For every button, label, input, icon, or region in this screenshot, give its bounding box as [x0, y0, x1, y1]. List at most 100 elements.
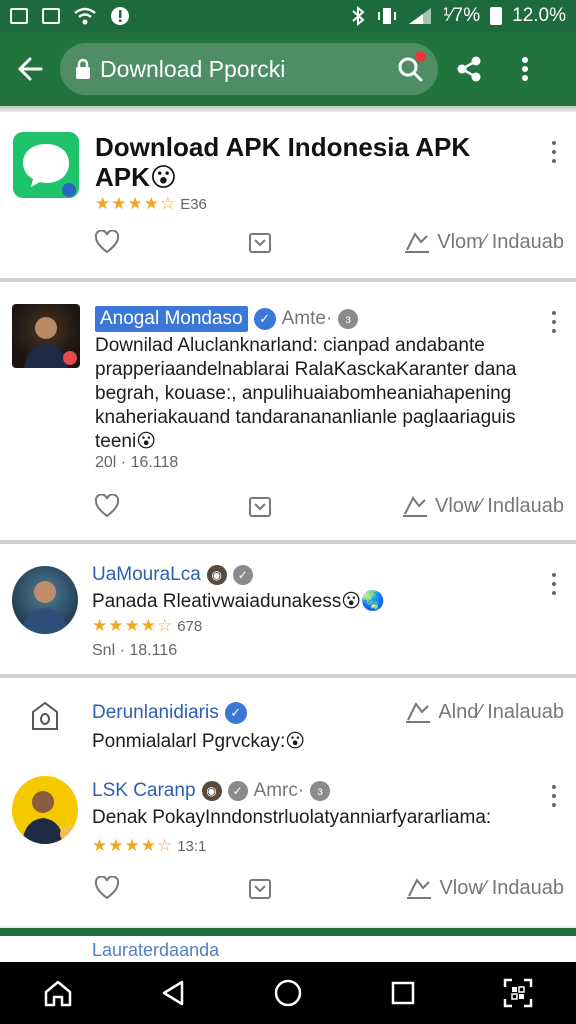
heart-icon[interactable]: [94, 494, 120, 518]
bluetooth-icon: [352, 6, 365, 26]
post-body: Ponmialalarl Pgrvckay:😮: [92, 731, 306, 752]
author-tag: Amrc·: [253, 780, 305, 801]
notification-icon: [42, 8, 60, 24]
post-meta: Snl · 18.116: [92, 642, 178, 659]
download-label: Vlow⁄ Indauab: [439, 876, 564, 899]
vibrate-icon: [378, 8, 397, 24]
rating-stars: ★★★★☆ E36: [95, 194, 207, 214]
search-query[interactable]: Download Pporcki: [100, 56, 396, 83]
rating-count: E36: [180, 195, 207, 213]
sim-icon: [10, 8, 28, 24]
recents-icon: [391, 981, 415, 1005]
scan-button[interactable]: [488, 963, 548, 1023]
search-bar[interactable]: Download Pporcki: [60, 43, 438, 95]
download-link[interactable]: Vlom⁄ Indauab: [403, 230, 564, 254]
more-vert-icon: [522, 57, 528, 81]
author-name[interactable]: UaMouraLca: [92, 564, 201, 586]
avatar: [12, 776, 78, 844]
notification-dot: [415, 51, 426, 62]
battery-icon: [490, 7, 503, 25]
download-label: Vlom⁄ Indauab: [437, 230, 564, 253]
post-body: Panada Rleativwaiadunakess😮🌏: [92, 591, 385, 612]
bookmark-icon[interactable]: [248, 878, 272, 900]
download-link-icon: [403, 496, 428, 517]
back-arrow-icon: [18, 57, 43, 81]
info-badge-icon: ɜ: [310, 781, 331, 801]
app-card[interactable]: Download APK Indonesia APK APK😮 ★★★★☆ E3…: [0, 112, 576, 278]
section-divider: [0, 928, 576, 936]
post-author-row: LSK Caranp ◉ ✓ Amrc· ɜ: [92, 780, 331, 802]
card-menu-button[interactable]: [544, 570, 564, 598]
app-bar: Download Pporcki: [0, 32, 576, 106]
person-silhouette-icon: [24, 317, 77, 368]
wifi-icon: [74, 7, 96, 25]
profile-badge-icon: ◉: [201, 781, 222, 801]
info-badge-icon: ɜ: [338, 309, 359, 329]
download-link-icon: [407, 878, 432, 899]
bookmark-icon[interactable]: [248, 232, 272, 254]
share-icon: [457, 56, 481, 82]
chat-bubble-icon: [23, 144, 76, 197]
post-author-row: Anogal Mondaso ✓ Amte· ɜ: [95, 306, 359, 332]
card-actions: Alnd⁄ Inalauab: [0, 700, 576, 730]
download-link[interactable]: Vlow⁄ Indauab: [405, 876, 564, 900]
battery-percent: 12.0%: [512, 5, 566, 26]
next-card-peek[interactable]: Lauraterdaanda: [0, 936, 576, 962]
verified-badge-icon: ✓: [253, 308, 276, 330]
verified-badge-icon: ✓: [232, 565, 253, 585]
stars: ★★★★☆: [92, 616, 174, 635]
more-options-button[interactable]: [500, 32, 550, 106]
avatar: [12, 566, 78, 634]
post-card[interactable]: UaMouraLca ◉ ✓ Panada Rleativwaiadunakes…: [0, 544, 576, 674]
post-body: Denak PokayInndonstrluolatyanniarfyararl…: [92, 807, 492, 828]
peek-text: Lauraterdaanda: [92, 940, 220, 960]
system-nav-bar: [0, 962, 576, 1024]
alert-icon: [111, 7, 129, 25]
rating-stars: ★★★★☆ 678: [92, 616, 202, 636]
stars: ★★★★☆: [92, 836, 174, 855]
heart-icon[interactable]: [94, 876, 120, 900]
home-button[interactable]: [28, 963, 88, 1023]
post-body: Downilad Aluclanknarland: cianpad andaba…: [95, 335, 517, 452]
rating-count: 13:1: [177, 837, 207, 855]
download-label: Alnd⁄ Inalauab: [438, 700, 564, 723]
download-link[interactable]: Alnd⁄ Inalauab: [404, 700, 564, 724]
author-name[interactable]: LSK Caranp: [92, 780, 196, 802]
post-meta: 20l · 16.118: [95, 454, 179, 471]
heart-icon[interactable]: [94, 230, 120, 254]
rating-count: 678: [177, 617, 203, 635]
author-tag: Amte·: [281, 308, 333, 329]
post-author-row: UaMouraLca ◉ ✓: [92, 564, 253, 586]
status-bar: ¹⁄7% 12.0%: [0, 0, 576, 32]
nav-back-button[interactable]: [143, 963, 203, 1023]
scan-icon: [504, 978, 533, 1008]
card-actions: Vlow⁄ Indlauab: [0, 494, 576, 524]
back-button[interactable]: [0, 32, 60, 106]
app-icon: [13, 132, 79, 198]
person-silhouette-icon: [22, 581, 68, 634]
status-text-1: ¹⁄7%: [443, 5, 481, 26]
stars: ★★★★☆: [95, 194, 177, 213]
recents-button[interactable]: [373, 963, 433, 1023]
post-card[interactable]: Derunlanidiaris ✓ Alnd⁄ Inalauab Ponmial…: [0, 678, 576, 926]
verified-badge-icon: ✓: [227, 781, 248, 801]
card-menu-button[interactable]: [544, 782, 564, 810]
card-menu-button[interactable]: [544, 308, 564, 336]
nav-back-icon: [162, 980, 184, 1006]
nav-home-button[interactable]: [258, 963, 318, 1023]
card-menu-button[interactable]: [544, 138, 564, 166]
download-link-icon: [405, 232, 430, 253]
download-label: Vlow⁄ Indlauab: [435, 494, 564, 517]
lock-icon: [76, 58, 90, 79]
post-card[interactable]: Anogal Mondaso ✓ Amte· ɜ Downilad Alucla…: [0, 282, 576, 540]
bookmark-icon[interactable]: [248, 496, 272, 518]
home-icon: [44, 980, 71, 1007]
download-link[interactable]: Vlow⁄ Indlauab: [401, 494, 564, 518]
person-silhouette-icon: [22, 791, 76, 844]
signal-icon: [409, 8, 432, 24]
app-title[interactable]: Download APK Indonesia APK APK😮: [95, 132, 515, 192]
author-name[interactable]: Anogal Mondaso: [95, 306, 248, 332]
profile-badge-icon: ◉: [206, 565, 227, 585]
share-button[interactable]: [438, 32, 500, 106]
search-button[interactable]: [396, 51, 426, 83]
